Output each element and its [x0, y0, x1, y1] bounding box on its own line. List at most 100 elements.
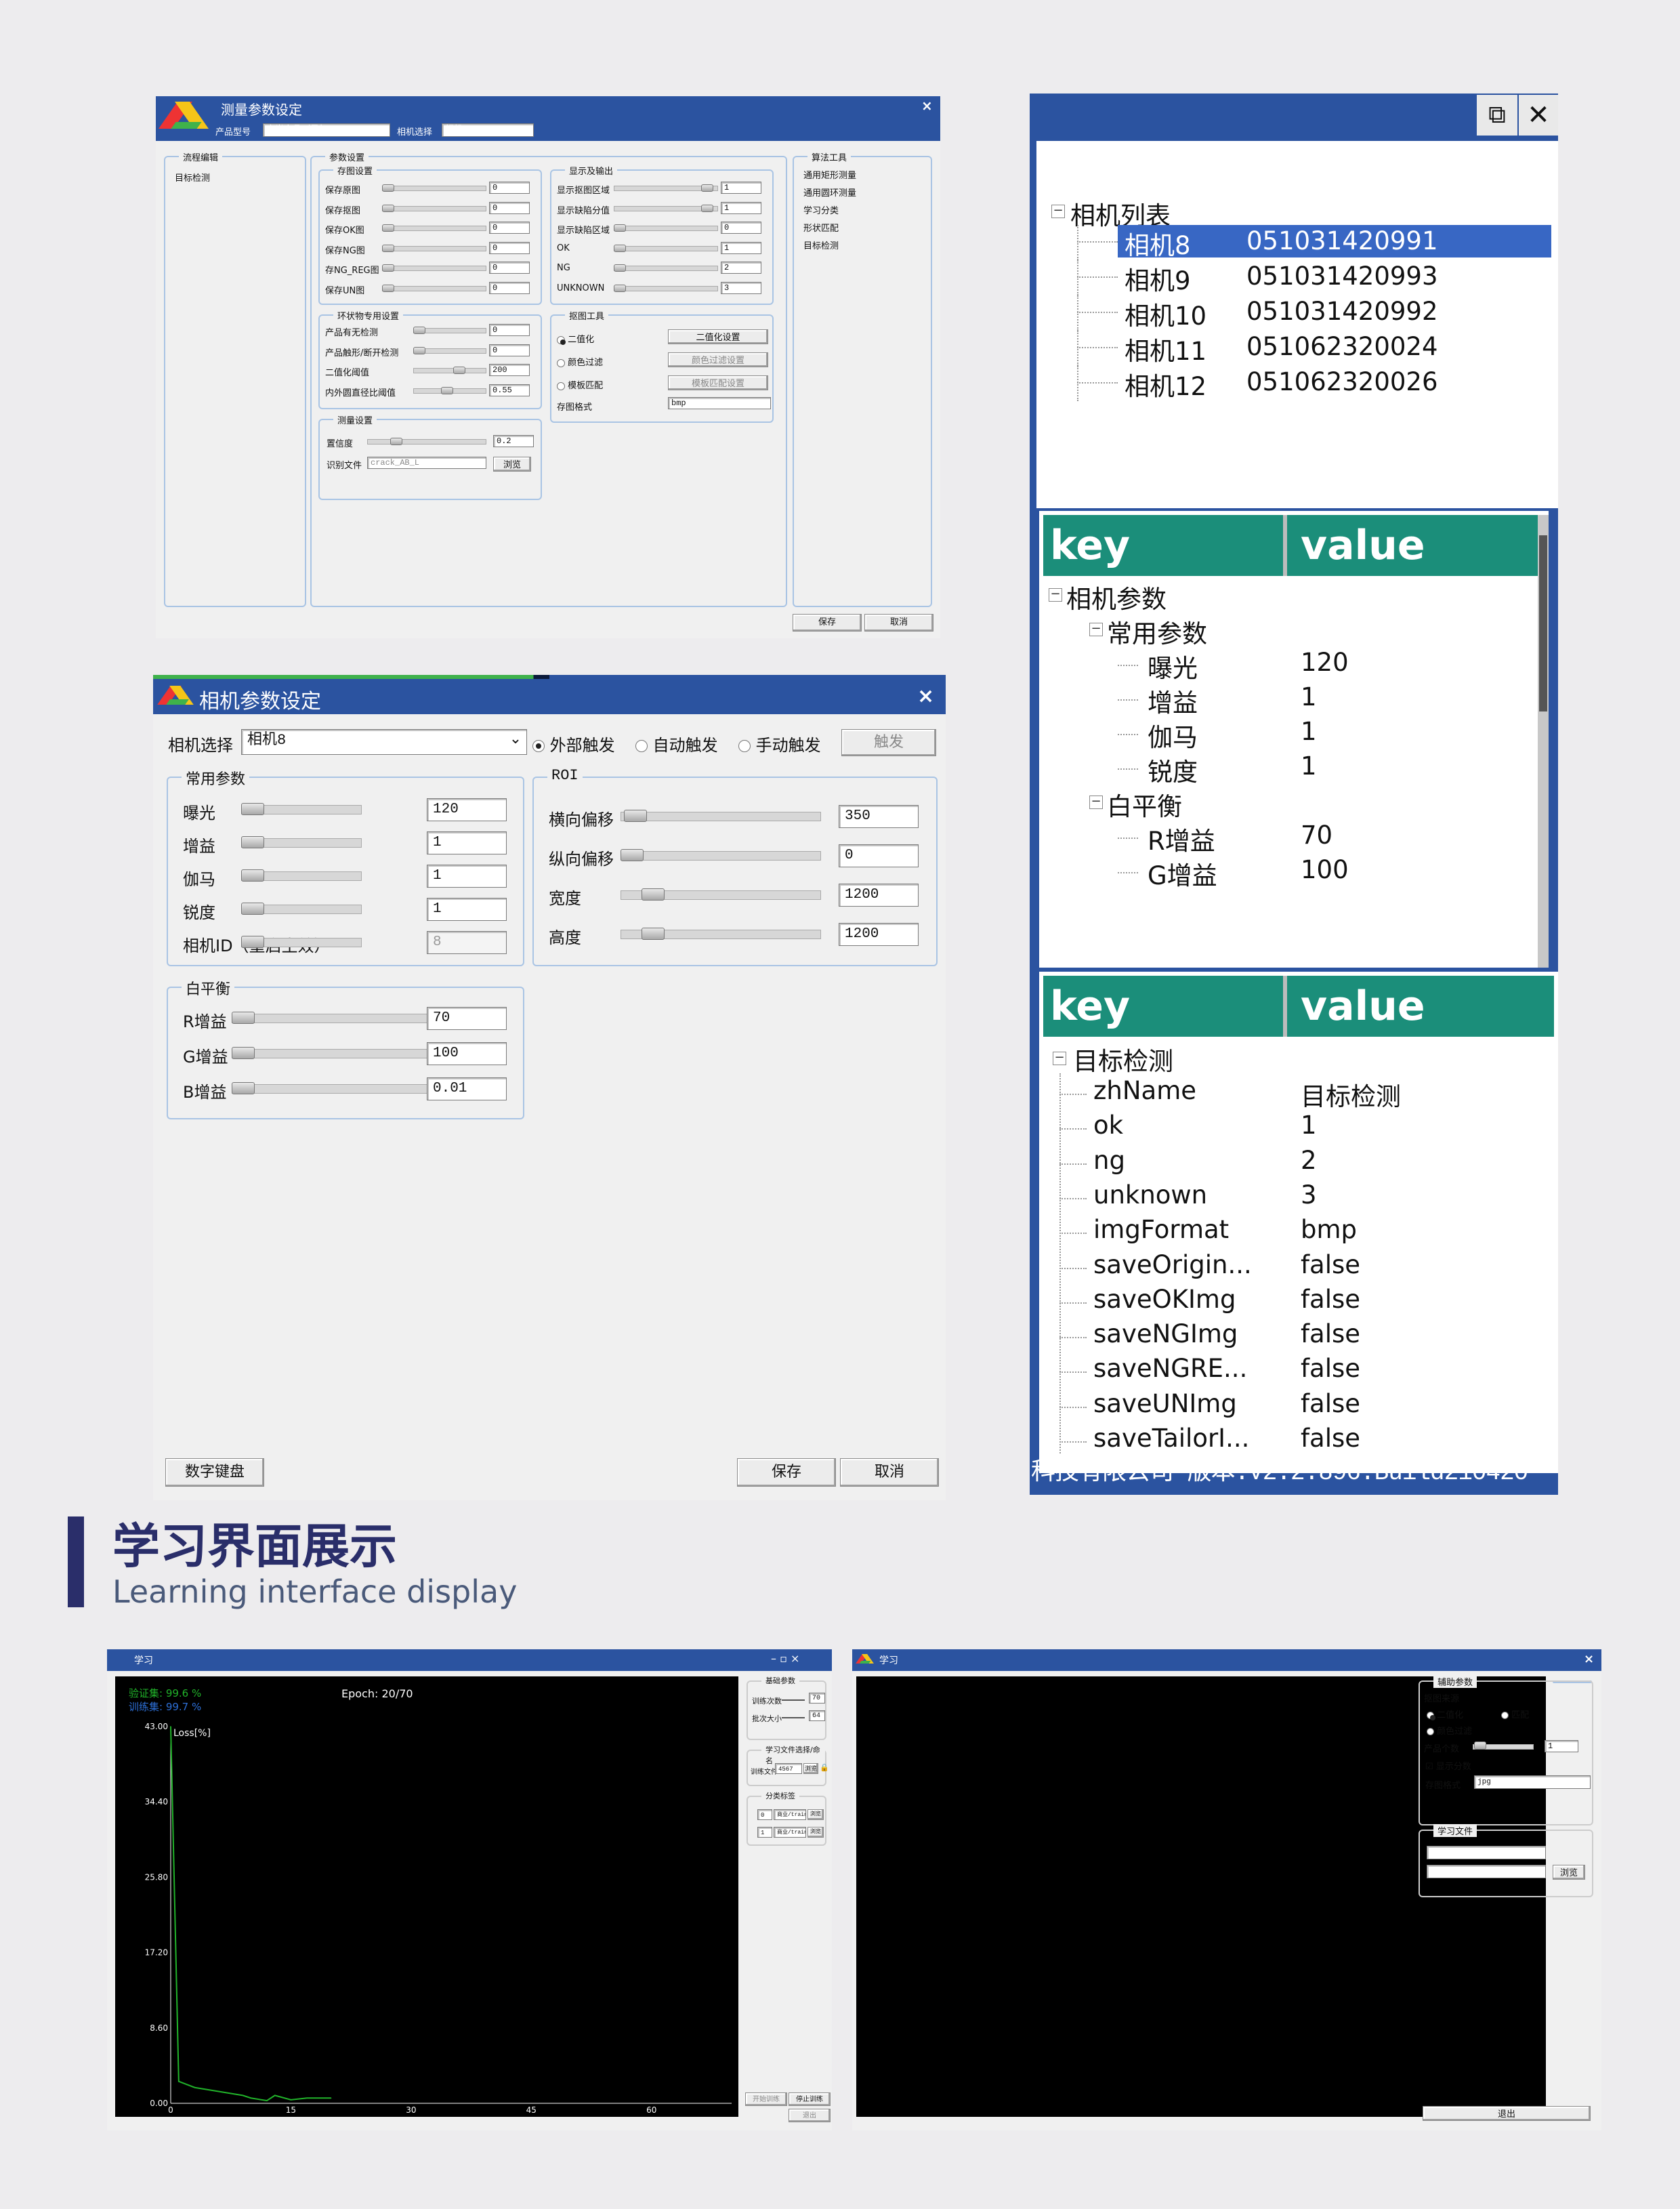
- learn2-file-input-1[interactable]: [1427, 1846, 1546, 1859]
- flow-item[interactable]: 目标检测: [175, 171, 210, 184]
- save-row-slider[interactable]: [382, 184, 394, 192]
- wb-slider[interactable]: [232, 1047, 255, 1059]
- numeric-keyboard-button[interactable]: 数字键盘: [165, 1458, 264, 1487]
- lock-icon[interactable]: 🔒: [820, 1763, 829, 1772]
- roi-slider[interactable]: [624, 810, 647, 822]
- algo-item[interactable]: 通用圆环测量: [803, 186, 856, 199]
- detect-key[interactable]: saveOKImg: [1093, 1285, 1236, 1314]
- save-row-slider[interactable]: [382, 244, 394, 252]
- roi-input[interactable]: 350: [839, 805, 919, 828]
- trigger-external[interactable]: 外部触发: [532, 732, 615, 756]
- params-key[interactable]: 伽马: [1148, 717, 1198, 753]
- start-train-button[interactable]: 开始训练: [745, 2092, 787, 2106]
- detect-key[interactable]: saveUNImg: [1093, 1389, 1237, 1418]
- collapse-icon[interactable]: −: [1053, 1052, 1066, 1065]
- camera-cancel-button[interactable]: 取消: [840, 1458, 939, 1487]
- algo-item[interactable]: 通用矩形测量: [803, 168, 856, 181]
- save-row-slider[interactable]: [382, 224, 394, 232]
- detect-key[interactable]: saveOrigin...: [1093, 1250, 1252, 1279]
- count-input[interactable]: 1: [1545, 1740, 1578, 1752]
- common-slider[interactable]: [241, 936, 264, 948]
- detect-key[interactable]: saveNGRE...: [1093, 1354, 1247, 1383]
- roi-slider[interactable]: [621, 849, 644, 861]
- measure-cancel-button[interactable]: 取消: [864, 614, 933, 632]
- learn2-file-input-2[interactable]: [1427, 1865, 1546, 1878]
- count-slider[interactable]: [1474, 1741, 1486, 1750]
- chevron-down-icon[interactable]: ⌄: [505, 730, 526, 753]
- close-icon[interactable]: ×: [921, 98, 933, 114]
- browse-button[interactable]: 浏览: [493, 457, 531, 472]
- cut-opt-color[interactable]: 颜色过滤: [557, 355, 603, 368]
- save-row-input[interactable]: 0: [489, 182, 530, 194]
- algo-item[interactable]: 目标检测: [803, 239, 839, 251]
- detect-key[interactable]: ok: [1093, 1111, 1123, 1140]
- src-match[interactable]: 匹配: [1501, 1708, 1529, 1720]
- common-input[interactable]: 1: [427, 865, 507, 888]
- class-path-input[interactable]: 商业/train8相机/4567ok: [774, 1809, 806, 1820]
- save-row-input[interactable]: 0: [489, 222, 530, 234]
- roi-input[interactable]: 1200: [839, 884, 919, 907]
- collapse-icon[interactable]: −: [1089, 623, 1103, 636]
- close-icon[interactable]: ✕: [1519, 95, 1558, 136]
- camera-save-button[interactable]: 保存: [737, 1458, 836, 1487]
- close-icon[interactable]: ×: [917, 684, 934, 708]
- common-slider[interactable]: [241, 803, 264, 815]
- camera-list-item[interactable]: 相机10: [1125, 295, 1206, 332]
- fmt-select[interactable]: jpg: [1474, 1775, 1591, 1789]
- src-color[interactable]: 颜色过滤: [1427, 1724, 1472, 1737]
- params-key[interactable]: 常用参数: [1107, 613, 1207, 650]
- save-row-slider[interactable]: [382, 284, 394, 292]
- camera-list-item[interactable]: 相机9: [1125, 260, 1191, 297]
- common-input[interactable]: 1: [427, 831, 507, 854]
- confidence-slider[interactable]: [390, 438, 402, 445]
- class-id-input[interactable]: 1: [757, 1827, 772, 1838]
- detect-root[interactable]: 目标检测: [1073, 1041, 1173, 1077]
- roi-input[interactable]: 1200: [839, 923, 919, 946]
- batch-input[interactable]: 64: [809, 1710, 825, 1721]
- detect-key[interactable]: unknown: [1093, 1180, 1207, 1210]
- class-id-input[interactable]: 0: [757, 1809, 772, 1820]
- common-slider[interactable]: [241, 869, 264, 882]
- camera-list-item[interactable]: 相机11: [1125, 331, 1206, 367]
- measure-save-button[interactable]: 保存: [793, 614, 862, 632]
- params-key[interactable]: 增益: [1148, 682, 1198, 719]
- src-binary[interactable]: 二值化: [1427, 1708, 1463, 1720]
- file-input[interactable]: crack_AB_L: [367, 457, 486, 469]
- roi-slider[interactable]: [642, 928, 665, 940]
- trigger-auto[interactable]: 自动触发: [635, 732, 718, 756]
- scrollbar[interactable]: [1538, 515, 1549, 968]
- color-filter-settings-button[interactable]: 颜色过滤设置: [668, 352, 768, 367]
- wb-slider[interactable]: [232, 1082, 255, 1094]
- wb-input[interactable]: 100: [427, 1042, 507, 1065]
- roi-input[interactable]: 0: [839, 844, 919, 867]
- collapse-icon[interactable]: −: [1051, 205, 1065, 218]
- detect-key[interactable]: imgFormat: [1093, 1215, 1229, 1244]
- trigger-manual[interactable]: 手动触发: [738, 732, 821, 756]
- wb-input[interactable]: 0.01: [427, 1077, 507, 1100]
- common-input[interactable]: 8: [427, 931, 507, 954]
- class-path-input[interactable]: 商业/train8相机/4567ng: [774, 1827, 806, 1838]
- params-key[interactable]: G增益: [1148, 855, 1217, 892]
- detect-key[interactable]: saveTailorI...: [1093, 1424, 1249, 1453]
- stop-train-button[interactable]: 停止训练: [789, 2092, 831, 2106]
- learn2-exit-button[interactable]: 退出: [1423, 2106, 1591, 2121]
- camera-select[interactable]: 相机8: [241, 729, 527, 755]
- wb-slider[interactable]: [232, 1012, 255, 1024]
- roi-slider[interactable]: [642, 888, 665, 901]
- common-input[interactable]: 120: [427, 798, 507, 821]
- params-key[interactable]: 锐度: [1148, 751, 1198, 788]
- show-score-check[interactable]: ☑ 显示分数: [1425, 1759, 1471, 1772]
- trigger-button[interactable]: 触发: [841, 729, 936, 756]
- save-row-input[interactable]: 0: [489, 281, 530, 294]
- restore-window-icon[interactable]: ⧉: [1477, 95, 1517, 136]
- train-times-slider[interactable]: [782, 1699, 805, 1701]
- save-row-input[interactable]: 0: [489, 262, 530, 274]
- params-key[interactable]: 白平衡: [1107, 786, 1182, 823]
- camera-select[interactable]: 相机8: [442, 123, 534, 137]
- wb-input[interactable]: 70: [427, 1007, 507, 1030]
- learn-file-input[interactable]: 4567: [775, 1763, 802, 1774]
- algo-item[interactable]: 学习分类: [803, 203, 839, 216]
- common-slider[interactable]: [241, 903, 264, 915]
- save-row-input[interactable]: 0: [489, 201, 530, 214]
- close-icon[interactable]: ×: [1584, 1652, 1594, 1666]
